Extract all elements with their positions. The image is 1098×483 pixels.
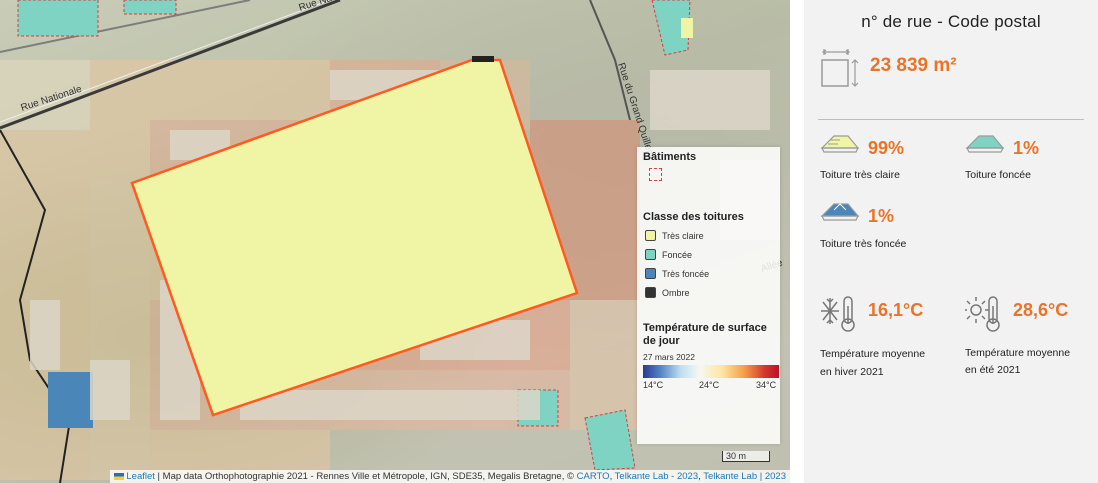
roof-very-dark-value: 1% [868, 206, 895, 226]
building-outline-swatch [649, 168, 662, 181]
legend-buildings-title: Bâtiments [643, 151, 697, 163]
temperature-ticks: 14°C 24°C 34°C [643, 378, 777, 390]
scale-bar: 30 m [722, 451, 770, 462]
temp-tick: 34°C [756, 380, 777, 390]
road-label: Rue Nationale [298, 0, 362, 14]
map-attribution: Leaflet | Map data Orthophotographie 202… [110, 470, 790, 483]
area-icon [821, 49, 859, 87]
summer-temperature-value: 28,6°C [1013, 300, 1069, 320]
divider [818, 119, 1084, 120]
legend-label: Très claire [662, 230, 704, 241]
swatch-icon [645, 249, 656, 260]
attribution-sep: , [609, 471, 613, 482]
legend-item-shadow: Ombre [643, 283, 774, 302]
info-panel: n° de rue - Code postal 23 839 m² 99% To… [804, 0, 1098, 483]
ukraine-flag-icon [114, 472, 125, 480]
attribution-sep: , [698, 471, 701, 482]
attribution-text: | Map data Orthophotographie 2021 - Renn… [157, 471, 574, 482]
legend-item-dark: Foncée [643, 245, 774, 264]
legend-label: Ombre [662, 287, 690, 298]
carto-link[interactable]: CARTO [577, 471, 610, 482]
roof-very-light-icon [820, 135, 860, 153]
snowflake-thermometer-icon [821, 296, 855, 332]
swatch-icon [645, 287, 656, 298]
winter-temperature-value: 16,1°C [868, 300, 924, 320]
roof-dark-icon [965, 135, 1005, 153]
roof-very-dark-label: Toiture très foncée [820, 238, 907, 250]
roof-very-light-label: Toiture très claire [820, 169, 900, 181]
telkante-link[interactable]: Telkante Lab - 2023 [615, 471, 698, 482]
temperature-color-ramp [643, 365, 779, 378]
telkante-link[interactable]: Telkante Lab | 2023 [703, 471, 786, 482]
winter-temperature-label-line2: en hiver 2021 [820, 366, 884, 378]
swatch-icon [645, 268, 656, 279]
temp-tick: 24°C [699, 380, 720, 390]
temp-tick: 14°C [643, 380, 664, 390]
summer-temperature-label-line2: en été 2021 [965, 364, 1021, 376]
legend-item-very-dark: Très foncée [643, 264, 774, 283]
legend-temperature-title: Température de surface de jour [643, 322, 767, 347]
legend-item-very-light: Très claire [643, 226, 774, 245]
sun-thermometer-icon [965, 296, 1000, 332]
roof-dark-value: 1% [1013, 138, 1040, 158]
summer-temperature-label-line1: Température moyenne [965, 347, 1071, 359]
roof-very-dark-icon [820, 203, 860, 221]
map-view[interactable]: Rue Nationale Rue Nationale Rue du Grand… [0, 0, 790, 483]
legend-temperature-date: 27 mars 2022 [643, 352, 695, 362]
roof-dark-label: Toiture foncée [965, 169, 1031, 181]
roof-very-light-value: 99% [868, 138, 905, 158]
swatch-icon [645, 230, 656, 241]
winter-temperature-label-line1: Température moyenne [820, 348, 926, 360]
map-legend: Bâtiments Classe des toitures Très clair… [637, 147, 780, 444]
address-title: n° de rue - Code postal [861, 12, 1041, 31]
legend-label: Très foncée [662, 268, 710, 279]
area-value: 23 839 m² [870, 55, 957, 76]
legend-roof-class-title: Classe des toitures [643, 211, 744, 223]
leaflet-link[interactable]: Leaflet [126, 471, 155, 482]
legend-label: Foncée [662, 249, 693, 260]
